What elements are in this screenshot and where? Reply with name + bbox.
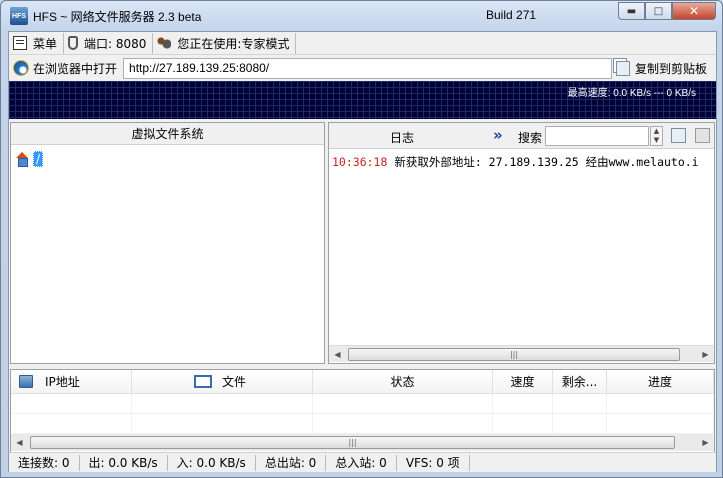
client-area: 菜单 端口: 8080 您正在使用:专家模式 在浏览器中打开 http://27…	[8, 31, 717, 472]
search-label: 搜索	[518, 131, 543, 145]
open-in-browser-button[interactable]: 在浏览器中打开	[33, 60, 117, 77]
port-label: 端口: 8080	[84, 36, 147, 51]
log-entry: 10:36:18 新获取外部地址: 27.189.139.25 经由www.me…	[332, 154, 712, 170]
plug-icon	[68, 36, 79, 50]
menu-button[interactable]: 菜单	[9, 32, 65, 54]
column-file-label: 文件	[222, 375, 247, 389]
status-vfs: VFS: 0 项	[397, 454, 470, 471]
search-input[interactable]	[545, 126, 649, 146]
vfs-pane: 虚拟文件系统 /	[10, 122, 325, 364]
home-icon	[15, 152, 29, 167]
scroll-track: |||	[346, 347, 697, 362]
status-out-speed: 出: 0.0 KB/s	[80, 454, 168, 471]
scroll-right-icon[interactable]: ▶	[697, 350, 714, 359]
window-controls: ▬ □ ✕	[618, 2, 716, 20]
app-window: HFS HFS ~ 网络文件服务器 2.3 beta Build 271 ▬ □…	[0, 0, 723, 478]
connections-pane: IP地址 文件 状态 速度 剩余... 进度 ◀ ||| ▶	[10, 369, 715, 453]
menu-icon	[13, 36, 27, 50]
scroll-thumb[interactable]: |||	[30, 436, 675, 449]
column-status[interactable]: 状态	[313, 370, 493, 393]
clipboard-icon	[616, 60, 631, 76]
browser-icon[interactable]	[13, 60, 29, 76]
port-button[interactable]: 端口: 8080	[64, 32, 154, 54]
close-button[interactable]: ✕	[672, 2, 716, 20]
file-icon	[194, 375, 212, 388]
table-row	[11, 414, 714, 434]
scroll-thumb[interactable]: |||	[348, 347, 680, 361]
scroll-right-icon[interactable]: ▶	[697, 438, 714, 447]
vfs-header: 虚拟文件系统	[11, 123, 324, 145]
minimize-button[interactable]: ▬	[618, 2, 645, 20]
vfs-root-label: /	[33, 151, 44, 167]
menu-label: 菜单	[33, 36, 58, 51]
column-ip-label: IP地址	[45, 375, 80, 389]
status-bar: 连接数: 0 出: 0.0 KB/s 入: 0.0 KB/s 总出站: 0 总入…	[9, 452, 716, 472]
scroll-track: |||	[28, 435, 697, 450]
hfs-app-icon: HFS	[10, 7, 28, 25]
expand-chevron-icon[interactable]: »	[493, 126, 503, 144]
log-title: 日志	[390, 131, 415, 145]
speed-graph: 最高速度: 0.0 KB/s --- 0 KB/s	[9, 81, 716, 119]
copy-to-clipboard-button[interactable]: 复制到剪贴板	[616, 60, 707, 77]
network-icon	[19, 375, 33, 388]
maximize-button[interactable]: □	[645, 2, 672, 20]
log-message: 新获取外部地址: 27.189.139.25 经由www.melauto.i	[394, 155, 699, 169]
vfs-root-item[interactable]: /	[15, 151, 44, 167]
scroll-left-icon[interactable]: ◀	[329, 350, 346, 359]
status-connections: 连接数: 0	[9, 454, 80, 471]
maximize-icon: □	[653, 5, 664, 17]
status-total-out: 总出站: 0	[256, 454, 327, 471]
search-clear-icon[interactable]	[695, 128, 710, 143]
toolbar: 菜单 端口: 8080 您正在使用:专家模式	[9, 32, 716, 55]
log-time: 10:36:18	[332, 155, 388, 169]
url-field[interactable]: http://27.189.139.25:8080/	[123, 57, 613, 79]
column-ip[interactable]: IP地址	[11, 370, 132, 393]
log-horizontal-scrollbar[interactable]: ◀ ||| ▶	[329, 345, 714, 362]
build-label: Build 271	[486, 8, 537, 22]
connections-horizontal-scrollbar[interactable]: ◀ ||| ▶	[11, 434, 714, 451]
column-remaining[interactable]: 剩余...	[553, 370, 607, 393]
minimize-icon: ▬	[626, 5, 637, 17]
speed-graph-label: 最高速度: 0.0 KB/s --- 0 KB/s	[567, 88, 696, 99]
search-next-icon[interactable]	[671, 128, 686, 143]
window-title: HFS ~ 网络文件服务器 2.3 beta	[33, 10, 202, 24]
close-icon: ✕	[688, 4, 700, 18]
log-pane: 日志 » 搜索 ▲ ▼ 10:36:18 新获取外部地址: 27.189.139.…	[328, 122, 715, 364]
column-progress[interactable]: 进度	[607, 370, 714, 393]
connections-header: IP地址 文件 状态 速度 剩余... 进度	[11, 370, 714, 394]
status-in-speed: 入: 0.0 KB/s	[168, 454, 256, 471]
users-icon	[157, 36, 172, 50]
table-row	[11, 394, 714, 414]
log-header: 日志 » 搜索 ▲ ▼	[329, 123, 714, 149]
status-total-in: 总入站: 0	[326, 454, 397, 471]
url-bar: 在浏览器中打开 http://27.189.139.25:8080/ 复制到剪贴…	[9, 56, 716, 80]
column-speed[interactable]: 速度	[493, 370, 553, 393]
mode-label: 您正在使用:专家模式	[177, 36, 290, 51]
title-bar[interactable]: HFS HFS ~ 网络文件服务器 2.3 beta Build 271 ▬ □…	[1, 1, 722, 31]
search-spinner[interactable]: ▲ ▼	[650, 126, 663, 146]
column-file[interactable]: 文件	[132, 370, 313, 393]
mode-button[interactable]: 您正在使用:专家模式	[153, 32, 297, 54]
copy-label: 复制到剪贴板	[635, 61, 708, 76]
scroll-left-icon[interactable]: ◀	[11, 438, 28, 447]
